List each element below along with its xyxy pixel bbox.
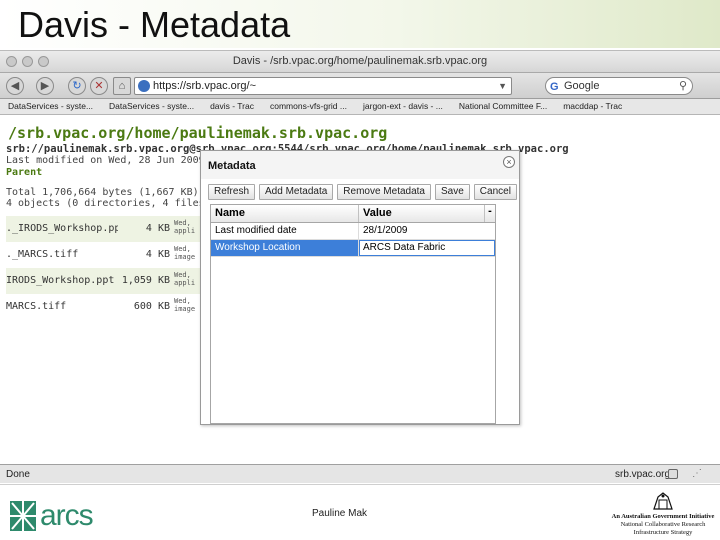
column-header-value[interactable]: Value: [359, 205, 485, 222]
metadata-row-selected[interactable]: Workshop Location ARCS Data Fabric: [211, 240, 495, 257]
remove-metadata-button[interactable]: Remove Metadata: [337, 184, 431, 200]
file-row[interactable]: ._IRODS_Workshop.ppt 4 KB Wed, appli: [6, 216, 202, 242]
status-text: Done: [6, 469, 30, 480]
file-size: 4 KB: [145, 223, 170, 234]
file-list: ._IRODS_Workshop.ppt 4 KB Wed, appli ._M…: [6, 216, 202, 320]
metadata-value-cell[interactable]: 28/1/2009: [359, 223, 495, 239]
stop-icon[interactable]: ✕: [90, 77, 108, 95]
site-identity-icon[interactable]: [138, 80, 150, 92]
add-metadata-button[interactable]: Add Metadata: [259, 184, 334, 200]
objects-count-text: 4 objects (0 directories, 4 files):: [6, 198, 217, 209]
file-row[interactable]: ._MARCS.tiff 4 KB Wed, image: [6, 242, 202, 268]
reload-icon[interactable]: ↻: [68, 77, 86, 95]
save-button[interactable]: Save: [435, 184, 470, 200]
file-row[interactable]: MARCS.tiff 600 KB Wed, image: [6, 294, 202, 320]
lock-icon[interactable]: [668, 469, 678, 479]
file-date: Wed, image: [174, 297, 196, 313]
resize-grip-icon[interactable]: ⋰: [692, 468, 702, 479]
slide-title-bar: Davis - Metadata: [0, 0, 720, 48]
metadata-value-input[interactable]: ARCS Data Fabric: [359, 240, 495, 256]
dialog-toolbar: Refresh Add Metadata Remove Metadata Sav…: [208, 184, 517, 200]
bookmark-item[interactable]: davis - Trac: [202, 99, 262, 114]
gov-line-2: National Collaborative Research: [620, 521, 706, 528]
slide-footer: arcs Pauline Mak An Australian Governmen…: [0, 484, 720, 540]
file-name[interactable]: IRODS_Workshop.ppt: [6, 268, 118, 294]
metadata-name-cell[interactable]: Last modified date: [211, 223, 359, 239]
status-bar: Done srb.vpac.org ⋰: [0, 464, 720, 483]
status-host: srb.vpac.org: [615, 469, 671, 480]
address-dropdown-icon[interactable]: ▼: [498, 78, 507, 94]
bookmark-item[interactable]: macddap - Trac: [555, 99, 630, 114]
coat-of-arms-icon: [653, 492, 673, 510]
file-size: 600 KB: [133, 301, 170, 312]
page-heading: /srb.vpac.org/home/paulinemak.srb.vpac.o…: [8, 124, 388, 142]
grid-header: Name Value -: [211, 205, 495, 223]
metadata-row[interactable]: Last modified date 28/1/2009: [211, 223, 495, 240]
column-menu-button[interactable]: -: [485, 205, 495, 222]
arcs-logo-text: arcs: [40, 499, 94, 532]
window-title: Davis - /srb.vpac.org/home/paulinemak.sr…: [232, 55, 488, 67]
bookmark-item[interactable]: National Committee F...: [451, 99, 555, 114]
footer-author: Pauline Mak: [312, 508, 368, 519]
cancel-button[interactable]: Cancel: [473, 184, 517, 200]
back-arrow-icon[interactable]: ◀: [6, 77, 24, 95]
address-text: https://srb.vpac.org/~: [153, 80, 257, 92]
google-icon: G: [550, 81, 559, 93]
total-bytes-text: Total 1,706,664 bytes (1,667 KB).: [6, 187, 205, 198]
metadata-grid: Name Value - Last modified date 28/1/200…: [210, 204, 496, 424]
metadata-dialog: Metadata × Refresh Add Metadata Remove M…: [200, 150, 520, 425]
arcs-logo: arcs: [10, 499, 94, 533]
file-size: 1,059 KB: [121, 275, 170, 286]
browser-toolbar: ◀ ▶ ↻ ✕ ⌂ https://srb.vpac.org/~ ▼ G Goo…: [0, 73, 720, 99]
file-name[interactable]: ._IRODS_Workshop.ppt: [6, 216, 118, 242]
home-icon[interactable]: ⌂: [113, 77, 131, 95]
file-row[interactable]: IRODS_Workshop.ppt 1,059 KB Wed, appli: [6, 268, 202, 294]
bookmark-item[interactable]: DataServices - syste...: [0, 99, 101, 114]
address-bar[interactable]: https://srb.vpac.org/~ ▼: [134, 77, 512, 95]
forward-arrow-icon[interactable]: ▶: [36, 77, 54, 95]
bookmark-item[interactable]: DataServices - syste...: [101, 99, 202, 114]
gov-line-1: An Australian Government Initiative: [611, 513, 715, 520]
bookmarks-bar: DataServices - syste... DataServices - s…: [0, 99, 720, 115]
bookmark-item[interactable]: jargon-ext - davis - ...: [355, 99, 451, 114]
file-date: Wed, appli: [174, 219, 196, 235]
parent-link[interactable]: Parent: [6, 167, 42, 178]
search-box[interactable]: G Google ⚲: [545, 77, 693, 95]
bookmark-item[interactable]: commons-vfs-grid ...: [262, 99, 355, 114]
window-titlebar: Davis - /srb.vpac.org/home/paulinemak.sr…: [0, 51, 720, 73]
search-icon[interactable]: ⚲: [679, 78, 687, 94]
metadata-name-cell[interactable]: Workshop Location: [211, 240, 359, 256]
dialog-header: Metadata ×: [201, 151, 519, 179]
file-name[interactable]: MARCS.tiff: [6, 294, 118, 320]
search-placeholder: Google: [564, 80, 600, 92]
file-size: 4 KB: [145, 249, 170, 260]
file-date: Wed, image: [174, 245, 196, 261]
refresh-button[interactable]: Refresh: [208, 184, 256, 200]
close-icon[interactable]: ×: [503, 156, 515, 168]
column-header-name[interactable]: Name: [211, 205, 359, 222]
government-logo: An Australian Government Initiative Nati…: [608, 491, 718, 537]
slide-title: Davis - Metadata: [18, 4, 291, 45]
file-name[interactable]: ._MARCS.tiff: [6, 242, 118, 268]
file-date: Wed, appli: [174, 271, 196, 287]
arcs-mark-icon: [10, 501, 36, 531]
gov-line-3: Infrastructure Strategy: [633, 529, 693, 536]
dialog-title: Metadata: [208, 160, 256, 172]
